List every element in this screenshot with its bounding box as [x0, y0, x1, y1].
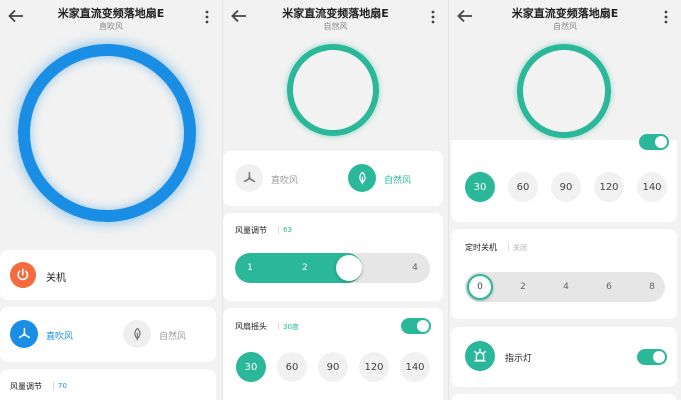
mode-subtitle: 自然风 [553, 22, 577, 31]
wind-tick: 2 [302, 263, 308, 273]
angle-chip-30[interactable]: 30 [465, 172, 495, 202]
mode-natural-label[interactable]: 自然风 [159, 329, 186, 342]
wind-tick: 4 [412, 263, 418, 273]
screen-direct-wind: 米家直流变频落地扇E 直吹风 关机 直吹风 自然风 风量调节 | 70 [0, 0, 222, 400]
mode-natural-label[interactable]: 自然风 [384, 173, 411, 186]
mode-direct-label[interactable]: 直吹风 [46, 329, 73, 342]
device-title: 米家直流变频落地扇E [282, 7, 389, 20]
swing-card: 30 60 90 120 140 [451, 134, 677, 222]
wind-slider-knob[interactable] [336, 255, 362, 281]
divider: | [277, 225, 280, 234]
wind-card: 风量调节 | 63 1 2 3 4 [223, 213, 443, 301]
timer-slider[interactable]: 0 2 4 6 8 [465, 272, 665, 302]
mode-direct-label[interactable]: 直吹风 [271, 173, 298, 186]
fan-status-ring [517, 44, 611, 138]
direct-wind-icon[interactable] [10, 320, 38, 348]
app-header: 米家直流变频落地扇E 自然风 [449, 0, 681, 40]
natural-wind-icon[interactable] [123, 320, 151, 348]
wind-value: 70 [58, 382, 67, 390]
more-vertical-icon[interactable] [659, 8, 673, 26]
timer-card: 定时关机 | 关闭 0 2 4 6 8 [451, 229, 677, 319]
power-icon[interactable] [10, 262, 36, 288]
natural-wind-icon[interactable] [348, 164, 376, 192]
timer-tick: 6 [606, 282, 612, 292]
angle-chip-140[interactable]: 140 [637, 172, 667, 202]
timer-tick: 2 [520, 282, 526, 292]
swing-label: 风扇摇头 [235, 322, 267, 331]
fan-status-ring [18, 44, 196, 222]
indicator-light-icon [465, 341, 495, 371]
screen-natural-wind: 米家直流变频落地扇E 自然风 直吹风 自然风 风量调节 | 63 1 2 3 4… [222, 0, 448, 400]
swing-toggle[interactable] [639, 134, 669, 150]
next-card [451, 394, 677, 400]
wind-value: 63 [283, 226, 292, 234]
timer-tick: 4 [563, 282, 569, 292]
swing-card: 风扇摇头 | 30度 30 60 90 120 140 [223, 308, 443, 400]
mode-subtitle: 自然风 [323, 22, 348, 31]
divider: | [52, 381, 55, 390]
angle-chip-60[interactable]: 60 [277, 352, 307, 382]
power-label: 关机 [46, 273, 66, 284]
wind-label: 风量调节 [235, 226, 267, 235]
swing-toggle[interactable] [401, 318, 431, 334]
more-vertical-icon[interactable] [426, 8, 440, 26]
angle-chip-60[interactable]: 60 [508, 172, 538, 202]
angle-chip-140[interactable]: 140 [400, 352, 430, 382]
direct-wind-icon[interactable] [235, 164, 263, 192]
wind-speed-slider[interactable]: 1 2 3 4 [235, 253, 430, 283]
app-header: 米家直流变频落地扇E 自然风 [223, 0, 448, 40]
mode-card: 直吹风 自然风 [223, 151, 443, 206]
angle-chip-30[interactable]: 30 [236, 352, 266, 382]
timer-label: 定时关机 [465, 243, 497, 252]
indicator-toggle[interactable] [637, 349, 667, 365]
more-vertical-icon[interactable] [200, 8, 214, 26]
device-title: 米家直流变频落地扇E [511, 7, 619, 20]
timer-tick: 0 [477, 282, 483, 292]
timer-tick: 8 [649, 282, 655, 292]
indicator-label: 指示灯 [505, 354, 533, 364]
screen-settings: 米家直流变频落地扇E 自然风 30 60 90 120 140 定时关机 | 关… [448, 0, 681, 400]
wind-label: 风量调节 [10, 382, 42, 391]
angle-chip-120[interactable]: 120 [594, 172, 624, 202]
fan-status-ring [287, 44, 379, 136]
device-title: 米家直流变频落地扇E [57, 7, 165, 20]
power-card[interactable]: 关机 [0, 250, 216, 300]
mode-card: 直吹风 自然风 [0, 307, 216, 362]
divider: | [277, 321, 280, 330]
mode-subtitle: 直吹风 [99, 22, 123, 31]
angle-chip-120[interactable]: 120 [359, 352, 389, 382]
angle-chip-90[interactable]: 90 [551, 172, 581, 202]
timer-value: 关闭 [513, 244, 527, 252]
angle-chip-90[interactable]: 90 [318, 352, 348, 382]
indicator-card: 指示灯 [451, 327, 677, 387]
divider: | [507, 242, 510, 251]
wind-card: 风量调节 | 70 [0, 369, 216, 400]
swing-value: 30度 [283, 323, 299, 331]
wind-tick: 1 [247, 263, 253, 273]
app-header: 米家直流变频落地扇E 直吹风 [0, 0, 222, 40]
